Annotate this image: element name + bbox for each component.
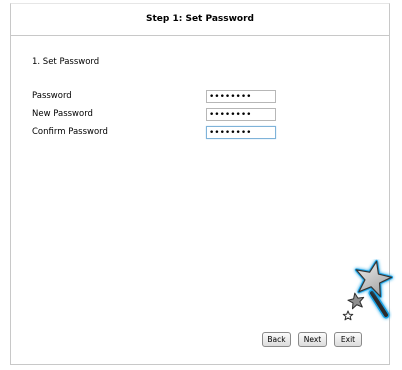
new-password-label: New Password — [32, 109, 93, 119]
confirm-password-field[interactable] — [206, 126, 276, 139]
password-field[interactable] — [206, 90, 276, 103]
title-bar: Step 1: Set Password — [11, 4, 389, 36]
next-button[interactable]: Next — [298, 332, 327, 347]
back-button[interactable]: Back — [262, 332, 291, 347]
new-password-field[interactable] — [206, 108, 276, 121]
password-label: Password — [32, 91, 72, 101]
section-title: 1. Set Password — [32, 57, 100, 67]
magic-wand-icon — [342, 259, 394, 321]
exit-button[interactable]: Exit — [334, 332, 362, 347]
confirm-password-label: Confirm Password — [32, 127, 108, 137]
page-title: Step 1: Set Password — [146, 14, 254, 24]
wizard-panel: Step 1: Set Password 1. Set Password Pas… — [10, 3, 394, 365]
